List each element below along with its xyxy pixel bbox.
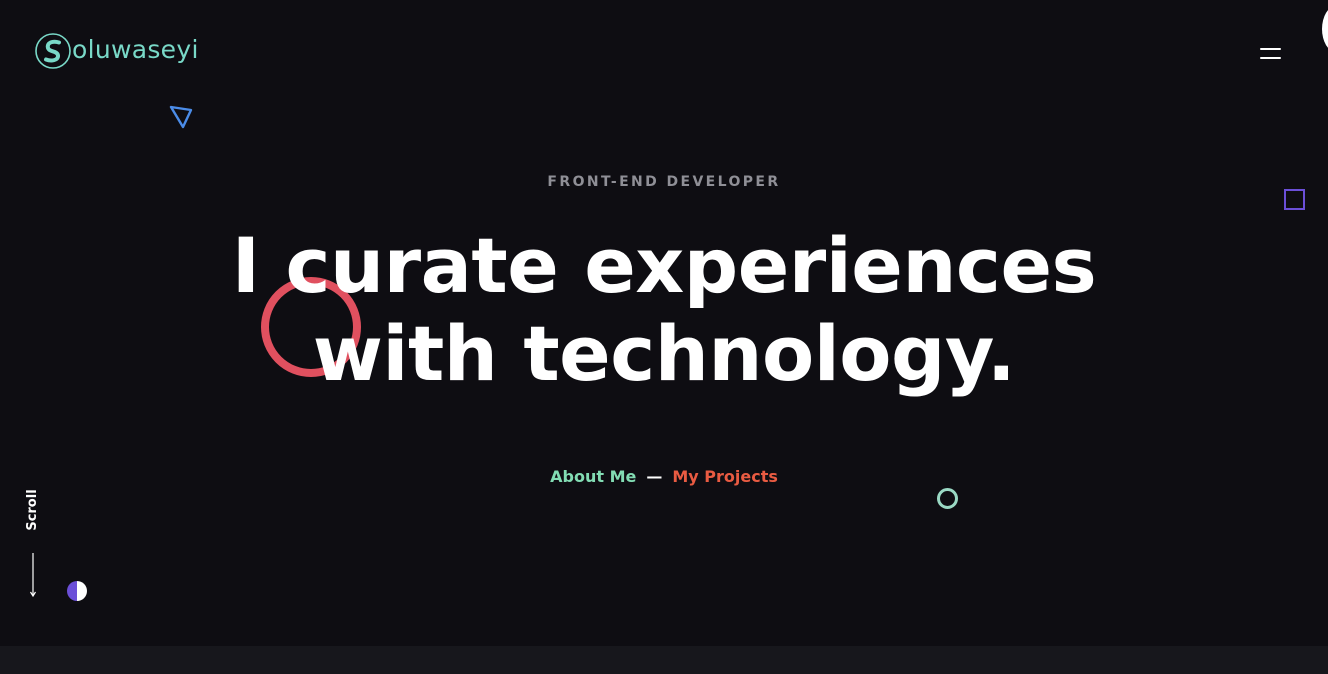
half-circle-shape-icon	[67, 581, 87, 601]
link-separator: —	[646, 467, 663, 486]
hero-headline: I curate experiences with technology.	[0, 222, 1328, 398]
menu-line-bottom	[1260, 57, 1281, 59]
next-section-edge	[0, 646, 1328, 674]
menu-line-top	[1260, 48, 1281, 50]
role-eyebrow: FRONT-END DEVELOPER	[547, 174, 781, 190]
logo-text: oluwaseyi	[72, 34, 199, 64]
triangle-shape-icon	[169, 105, 193, 129]
cursor-circle	[1322, 6, 1328, 52]
hero-links: About Me — My Projects	[0, 467, 1328, 486]
square-shape-icon	[1284, 189, 1305, 210]
hero-section: oluwaseyi FRONT-END DEVELOPER I curate e…	[0, 0, 1328, 646]
logo[interactable]: oluwaseyi	[35, 33, 199, 69]
headline-line-2: with technology.	[312, 309, 1016, 398]
hamburger-menu-icon[interactable]	[1258, 45, 1283, 63]
scroll-label[interactable]: Scroll	[24, 489, 42, 531]
about-me-link[interactable]: About Me	[550, 467, 636, 486]
headline-line-1: I curate experiences	[231, 221, 1097, 310]
my-projects-link[interactable]: My Projects	[672, 467, 778, 486]
arrow-down-icon[interactable]	[27, 552, 39, 598]
small-ring-shape-icon	[937, 488, 958, 509]
logo-mark-icon	[35, 33, 71, 69]
